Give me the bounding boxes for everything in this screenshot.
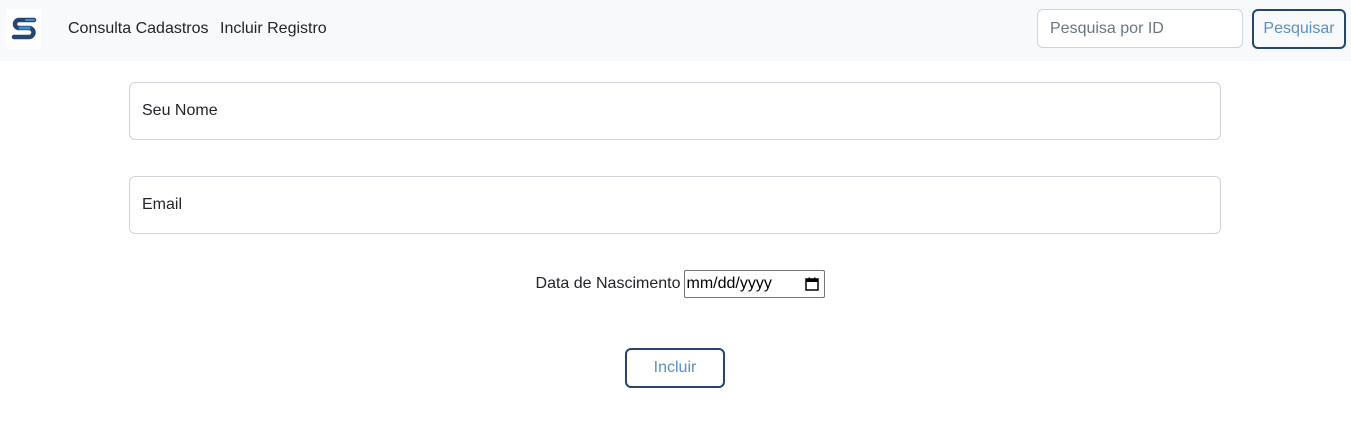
calendar-icon[interactable] xyxy=(804,276,820,292)
birth-date-input[interactable]: mm/dd/yyyy xyxy=(684,270,826,298)
email-field[interactable] xyxy=(129,176,1221,234)
nav-link-consulta-cadastros[interactable]: Consulta Cadastros xyxy=(68,19,209,39)
navbar: Consulta Cadastros Incluir Registro Pesq… xyxy=(0,0,1351,61)
incluir-button[interactable]: Incluir xyxy=(625,348,725,388)
name-field[interactable] xyxy=(129,82,1221,140)
search-id-input[interactable] xyxy=(1037,9,1243,48)
birth-date-placeholder: mm/dd/yyyy xyxy=(686,275,772,292)
nav-link-incluir-registro[interactable]: Incluir Registro xyxy=(220,19,327,39)
s-logo-icon[interactable] xyxy=(6,9,41,49)
birth-date-label: Data de Nascimento xyxy=(535,275,681,292)
birth-date-row: Data de Nascimento mm/dd/yyyy xyxy=(0,270,1351,298)
search-button[interactable]: Pesquisar xyxy=(1252,9,1346,49)
